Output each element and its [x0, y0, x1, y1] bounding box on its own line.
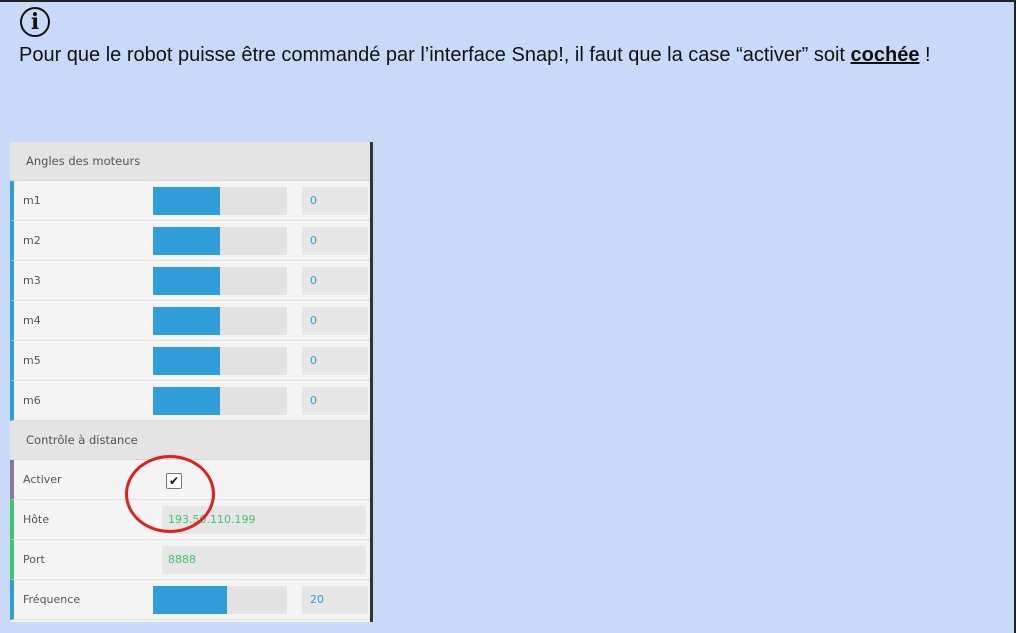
slider-fill	[153, 387, 220, 415]
motor-row-m5: m5 0	[10, 341, 370, 381]
slider-fill	[153, 307, 220, 335]
section-header-remote: Contrôle à distance	[10, 421, 370, 460]
motor-label: m3	[23, 274, 41, 287]
info-icon: i	[20, 7, 50, 37]
port-label: Port	[23, 553, 45, 566]
motor-label: m1	[23, 194, 41, 207]
motor-label: m6	[23, 394, 41, 407]
frequency-row: Fréquence 20	[10, 580, 370, 620]
motor-value-input[interactable]: 0	[302, 187, 368, 215]
motor-value-input[interactable]: 0	[302, 267, 368, 295]
motor-slider[interactable]	[153, 187, 287, 215]
slider-fill	[153, 187, 220, 215]
slider-fill	[153, 227, 220, 255]
motor-row-m3: m3 0	[10, 261, 370, 301]
frequency-slider[interactable]	[153, 586, 287, 614]
frequency-label: Fréquence	[23, 593, 81, 606]
motor-slider[interactable]	[153, 347, 287, 375]
motor-row-m6: m6 0	[10, 381, 370, 421]
motor-value-input[interactable]: 0	[302, 347, 368, 375]
host-label: Hôte	[23, 513, 50, 526]
motor-row-m2: m2 0	[10, 221, 370, 261]
motor-label: m5	[23, 354, 41, 367]
slider-fill	[153, 586, 227, 614]
motor-value-input[interactable]: 0	[302, 307, 368, 335]
top-border	[0, 0, 1016, 2]
motor-label: m4	[23, 314, 41, 327]
note-text-after: !	[919, 44, 931, 66]
motor-label: m2	[23, 234, 41, 247]
instruction-note: Pour que le robot puisse être commandé p…	[19, 40, 979, 70]
section-header-motors: Angles des moteurs	[10, 142, 370, 181]
frequency-value-input[interactable]: 20	[302, 586, 368, 614]
motor-row-m1: m1 0	[10, 181, 370, 221]
note-emphasis: cochée	[850, 44, 920, 66]
panel-edge	[370, 142, 373, 622]
port-row: Port 8888	[10, 540, 370, 580]
highlight-circle	[125, 455, 215, 533]
motor-value-input[interactable]: 0	[302, 387, 368, 415]
motor-slider[interactable]	[153, 267, 287, 295]
motor-slider[interactable]	[153, 387, 287, 415]
motor-slider[interactable]	[153, 307, 287, 335]
motor-value-input[interactable]: 0	[302, 227, 368, 255]
slider-fill	[153, 267, 220, 295]
motor-row-m4: m4 0	[10, 301, 370, 341]
slider-fill	[153, 347, 220, 375]
settings-panel: Angles des moteurs m1 0 m2 0 m3 0 m4 0 m…	[10, 142, 370, 622]
port-input[interactable]: 8888	[162, 546, 366, 574]
activate-label: Activer	[23, 473, 62, 486]
motor-slider[interactable]	[153, 227, 287, 255]
note-text-before: Pour que le robot puisse être commandé p…	[19, 44, 851, 66]
